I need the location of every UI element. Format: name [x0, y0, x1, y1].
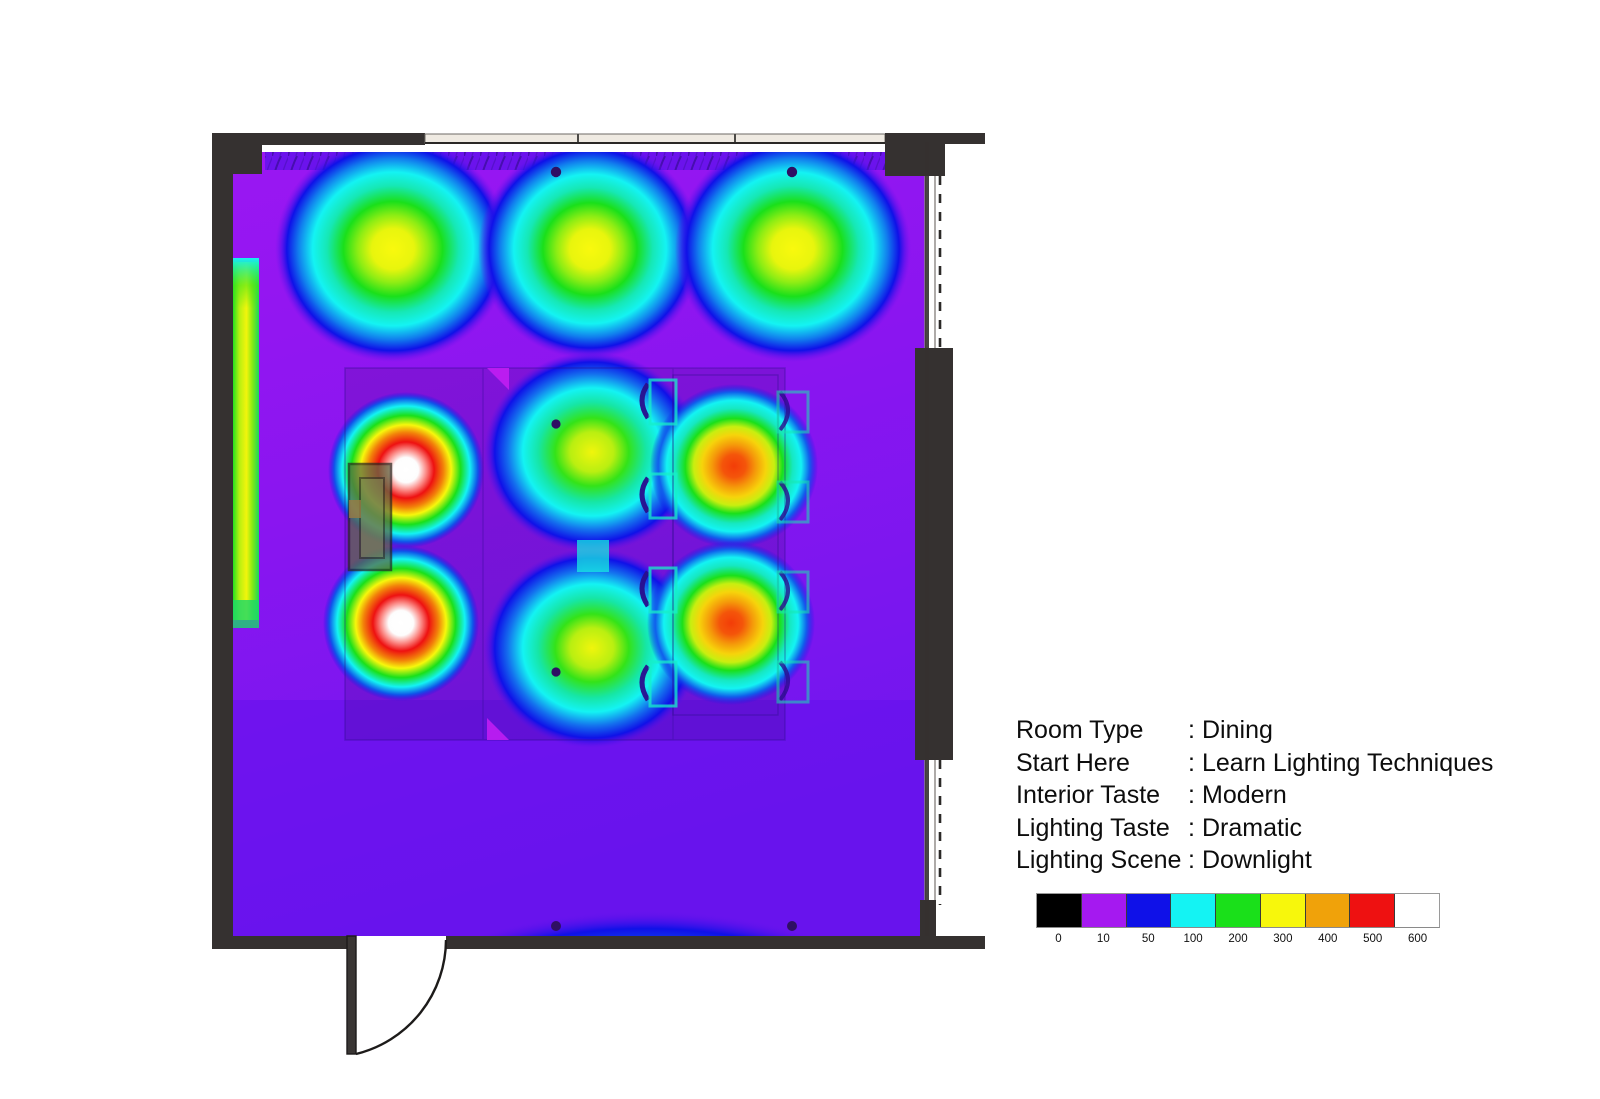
- colorbar-tick-labels: 0 10 50 100 200 300 400 500 600: [1016, 928, 1460, 950]
- colorbar-swatch-purple: [1081, 894, 1127, 927]
- info-label-lighting-scene: Lighting Scene: [1016, 846, 1182, 874]
- downlight-marker-4: [551, 667, 561, 677]
- info-row-start-here: Start Here : Learn Lighting Techniques: [1016, 747, 1536, 780]
- info-label-interior-taste: Interior Taste: [1016, 781, 1161, 809]
- info-colon-room-type: :: [1188, 716, 1195, 744]
- colorbar-swatch-green: [1216, 894, 1261, 927]
- illuminance-colorbar: 0 10 50 100 200 300 400 500 600: [1016, 893, 1456, 950]
- colorbar-tick-50: 50: [1141, 933, 1155, 945]
- rug-centre-patch: [577, 540, 609, 572]
- east-wall-edge: [925, 142, 929, 938]
- colorbar-tick-100: 100: [1183, 933, 1203, 945]
- floor-plan-stage: [0, 0, 1000, 1099]
- downlight-marker-1: [550, 166, 562, 178]
- west-wall: [212, 133, 233, 948]
- sideboard-accent-lower: [323, 545, 479, 701]
- info-value-start-here: Learn Lighting Techniques: [1202, 748, 1494, 777]
- north-downlight-pool-1: [275, 152, 511, 362]
- colorbar-swatch-blue: [1126, 894, 1172, 927]
- west-wall-wash-top-fade: [233, 258, 259, 308]
- info-colon-lighting-scene: :: [1188, 846, 1195, 874]
- door-leaf: [346, 935, 357, 1055]
- north-east-wall-block: [885, 133, 945, 176]
- colorbar-swatch-red: [1350, 894, 1396, 927]
- info-value-lighting-taste: Dramatic: [1202, 813, 1303, 842]
- info-label-start-here: Start Here: [1016, 748, 1130, 777]
- colorbar-swatch-orange: [1305, 894, 1351, 927]
- info-value-interior-taste: Modern: [1202, 781, 1287, 809]
- info-row-interior-taste: Interior Taste : Modern: [1016, 779, 1536, 812]
- colorbar-tick-200: 200: [1228, 933, 1248, 945]
- downlight-marker-3: [551, 419, 561, 429]
- colorbar-swatch-white: [1395, 894, 1440, 927]
- north-east-wall-stub: [945, 133, 985, 144]
- info-colon-interior-taste: :: [1188, 781, 1195, 809]
- info-row-room-type: Room Type : Dining: [1016, 714, 1536, 747]
- colorbar-swatch-black: [1037, 894, 1082, 927]
- colorbar-swatch-yellow: [1260, 894, 1306, 927]
- info-colon-start-here: :: [1188, 748, 1195, 777]
- info-value-room-type: Dining: [1202, 716, 1273, 744]
- downlight-marker-2: [786, 166, 798, 178]
- colorbar-tick-300: 300: [1273, 933, 1293, 945]
- south-wall-right: [446, 936, 985, 949]
- info-value-lighting-scene: Downlight: [1202, 846, 1312, 874]
- west-wall-wash-bottom-fade: [233, 600, 259, 628]
- info-row-lighting-scene: Lighting Scene : Downlight: [1016, 844, 1536, 877]
- info-label-lighting-taste: Lighting Taste: [1016, 813, 1170, 842]
- sideboard-furniture: [347, 462, 393, 572]
- north-wall-left: [212, 133, 425, 145]
- downlight-marker-6: [787, 921, 797, 931]
- east-wall-block: [915, 348, 953, 760]
- colorbar-tick-400: 400: [1318, 933, 1338, 945]
- colorbar-tick-0: 0: [1055, 933, 1062, 945]
- colorbar-tick-600: 600: [1407, 933, 1428, 945]
- info-row-lighting-taste: Lighting Taste : Dramatic: [1016, 812, 1536, 845]
- colorbar-swatch-cyan: [1171, 894, 1217, 927]
- colorbar-tick-10: 10: [1096, 933, 1110, 945]
- colorbar-swatches: [1036, 893, 1440, 928]
- illuminance-heatmap-plan: [0, 0, 1000, 1099]
- north-downlight-pool-2: [478, 152, 702, 359]
- west-wall-wash-strip: [233, 262, 259, 620]
- info-colon-lighting-taste: :: [1188, 813, 1195, 842]
- north-window-track: [424, 133, 886, 144]
- scene-info-panel: Room Type : Dining Start Here : Learn Li…: [1016, 714, 1536, 877]
- info-label-room-type: Room Type: [1016, 716, 1144, 744]
- south-wall-left: [212, 936, 352, 949]
- colorbar-tick-500: 500: [1363, 933, 1383, 945]
- downlight-marker-5: [551, 921, 561, 931]
